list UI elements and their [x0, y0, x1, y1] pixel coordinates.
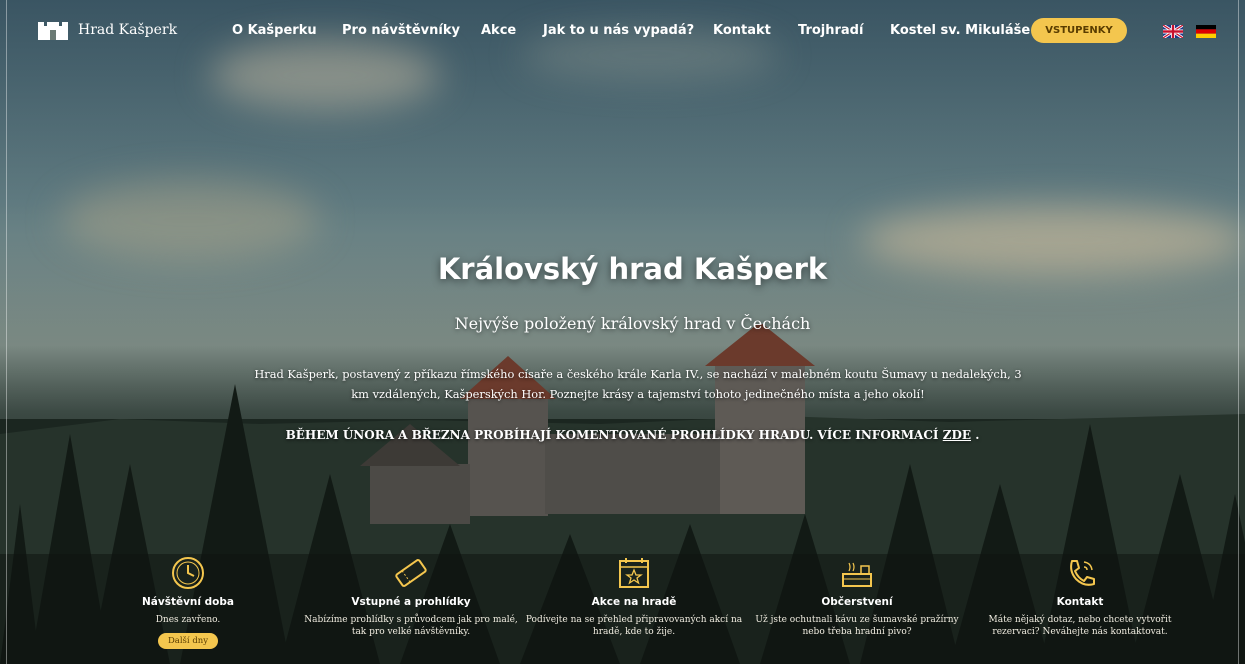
tickets-button[interactable]: VSTUPENKY — [1031, 18, 1127, 43]
feature-title: Akce na hradě — [591, 596, 677, 608]
feature-tickets[interactable]: Vstupné a prohlídky Nabízíme prohlídky s… — [301, 556, 521, 638]
clock-icon — [172, 557, 204, 589]
german-flag-icon[interactable] — [1196, 25, 1216, 38]
tour-notice-link[interactable]: ZDE — [943, 428, 971, 442]
feature-strip: Návštěvní doba Dnes zavřeno. Další dny V… — [0, 556, 1245, 664]
castle-logo-icon — [38, 22, 68, 40]
feature-title: Občerstvení — [821, 596, 893, 608]
feature-text: Dnes zavřeno. — [155, 615, 221, 625]
tour-notice: BĚHEM ÚNORA A BŘEZNA PROBÍHAJÍ KOMENTOVA… — [0, 428, 1245, 442]
feature-title: Kontakt — [1056, 596, 1104, 608]
feature-text: Už jste ochutnali kávu ze šumavské praží… — [755, 615, 959, 637]
page-title: Královský hrad Kašperk — [437, 252, 828, 286]
page-subtitle: Nejvýše položený královský hrad v Čechác… — [454, 314, 811, 333]
feature-title: Vstupné a prohlídky — [351, 596, 471, 608]
nav-item-akce[interactable]: Akce — [481, 23, 516, 38]
feature-title: Návštěvní doba — [141, 596, 234, 608]
nav-item-jak-to-vypada[interactable]: Jak to u nás vypadá? — [543, 23, 694, 38]
brand-name: Hrad Kašperk — [78, 22, 178, 38]
more-days-button[interactable]: Další dny — [157, 633, 219, 649]
feature-refreshments[interactable]: Občerstvení Už jste ochutnali kávu ze šu… — [747, 556, 967, 638]
nav-item-kontakt[interactable]: Kontakt — [713, 23, 771, 38]
ticket-icon — [395, 559, 427, 587]
cafe-icon — [842, 562, 872, 587]
nav-item-kostel[interactable]: Kostel sv. Mikuláše — [890, 23, 1030, 38]
cloud — [60, 180, 320, 260]
tour-notice-text: BĚHEM ÚNORA A BŘEZNA PROBÍHAJÍ KOMENTOVA… — [285, 428, 939, 442]
feature-events[interactable]: Akce na hradě Podívejte na se přehled př… — [524, 556, 744, 638]
nav-item-o-kasperku[interactable]: O Kašperku — [232, 23, 317, 38]
feature-text: Podívejte na se přehled připravovaných a… — [525, 615, 743, 637]
phone-icon — [1070, 560, 1095, 586]
feature-opening-hours[interactable]: Návštěvní doba Dnes zavřeno. Další dny — [78, 556, 298, 649]
nav-item-trojhradi[interactable]: Trojhradí — [798, 23, 863, 38]
calendar-icon — [619, 558, 649, 588]
tour-notice-end: . — [975, 428, 980, 442]
top-navigation: Hrad Kašperk O Kašperku Pro návštěvníky … — [0, 0, 1245, 62]
feature-text: Nabízíme prohlídky s průvodcem jak pro m… — [304, 615, 518, 637]
english-flag-icon[interactable] — [1163, 25, 1183, 38]
feature-text: Máte nějaký dotaz, nebo chcete vytvořit … — [988, 615, 1172, 637]
brand-logo[interactable]: Hrad Kašperk — [36, 18, 177, 42]
intro-description: Hrad Kašperk, postavený z příkazu římské… — [254, 367, 1022, 401]
feature-contact[interactable]: Kontakt Máte nějaký dotaz, nebo chcete v… — [970, 556, 1190, 638]
nav-item-pro-navstevniky[interactable]: Pro návštěvníky — [342, 23, 460, 38]
